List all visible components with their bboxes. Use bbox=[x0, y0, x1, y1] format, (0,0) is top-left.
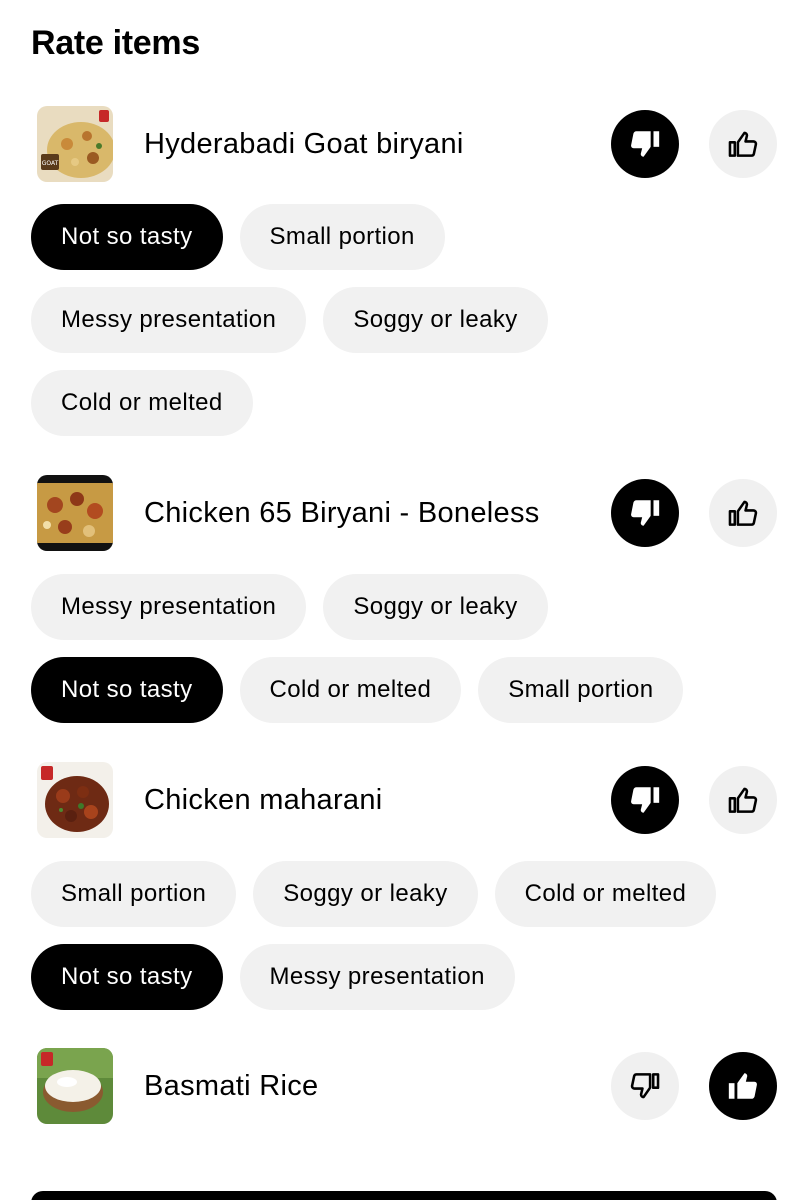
thumbs-up-button[interactable] bbox=[709, 766, 777, 834]
page-title: Rate items bbox=[31, 24, 200, 62]
chip-messy-presentation[interactable]: Messy presentation bbox=[239, 944, 515, 1010]
chip-messy-presentation[interactable]: Messy presentation bbox=[31, 574, 307, 640]
item-name: Chicken maharani bbox=[144, 784, 383, 816]
svg-text:GOAT: GOAT bbox=[42, 160, 59, 167]
thumbs-up-icon bbox=[728, 787, 758, 813]
feedback-chips-row: Not so tasty Cold or melted Small portio… bbox=[31, 657, 684, 723]
chip-cold-or-melted[interactable]: Cold or melted bbox=[494, 861, 717, 927]
chip-not-so-tasty[interactable]: Not so tasty bbox=[31, 204, 223, 270]
chip-small-portion[interactable]: Small portion bbox=[31, 861, 237, 927]
item-thumbnail bbox=[37, 1048, 113, 1124]
chip-soggy-or-leaky[interactable]: Soggy or leaky bbox=[253, 861, 478, 927]
item-thumbnail bbox=[37, 475, 113, 551]
thumbs-down-icon bbox=[630, 1073, 660, 1099]
thumbs-up-icon bbox=[728, 131, 758, 157]
chip-soggy-or-leaky[interactable]: Soggy or leaky bbox=[323, 574, 548, 640]
thumbs-down-button[interactable] bbox=[611, 766, 679, 834]
thumbs-down-icon bbox=[631, 131, 660, 157]
chip-cold-or-melted[interactable]: Cold or melted bbox=[239, 657, 462, 723]
chip-not-so-tasty[interactable]: Not so tasty bbox=[31, 944, 223, 1010]
item-name: Basmati Rice bbox=[144, 1070, 319, 1102]
item-thumbnail bbox=[37, 762, 113, 838]
thumbs-down-icon bbox=[631, 500, 660, 526]
chip-small-portion[interactable]: Small portion bbox=[239, 204, 445, 270]
rate-items-page: Rate items GOAT Hyderabadi Goat biryani bbox=[0, 0, 807, 1200]
item-row-goat-biryani: GOAT Hyderabadi Goat biryani bbox=[0, 104, 807, 184]
thumbs-up-button[interactable] bbox=[709, 110, 777, 178]
item-row-chicken-maharani: Chicken maharani bbox=[0, 760, 807, 840]
chip-not-so-tasty[interactable]: Not so tasty bbox=[31, 657, 223, 723]
feedback-chips-row: Messy presentation Soggy or leaky bbox=[31, 574, 548, 640]
item-row-basmati-rice: Basmati Rice bbox=[0, 1046, 807, 1126]
thumbs-down-button[interactable] bbox=[611, 1052, 679, 1120]
item-thumbnail: GOAT bbox=[37, 106, 113, 182]
chip-soggy-or-leaky[interactable]: Soggy or leaky bbox=[323, 287, 548, 353]
feedback-chips-row: Messy presentation Soggy or leaky bbox=[31, 287, 548, 353]
thumbs-down-icon bbox=[631, 787, 660, 813]
thumbs-down-button[interactable] bbox=[611, 110, 679, 178]
feedback-chips-row: Cold or melted bbox=[31, 370, 253, 436]
thumbs-up-icon bbox=[728, 1073, 757, 1099]
feedback-chips-row: Not so tasty Messy presentation bbox=[31, 944, 515, 1010]
submit-button[interactable] bbox=[31, 1191, 777, 1200]
thumbs-down-button[interactable] bbox=[611, 479, 679, 547]
item-name: Hyderabadi Goat biryani bbox=[144, 128, 464, 160]
chip-cold-or-melted[interactable]: Cold or melted bbox=[31, 370, 253, 436]
item-row-chicken-65-biryani: Chicken 65 Biryani - Boneless bbox=[0, 473, 807, 553]
chip-small-portion[interactable]: Small portion bbox=[478, 657, 684, 723]
chip-messy-presentation[interactable]: Messy presentation bbox=[31, 287, 307, 353]
thumbs-up-button[interactable] bbox=[709, 1052, 777, 1120]
thumbs-up-icon bbox=[728, 500, 758, 526]
item-name: Chicken 65 Biryani - Boneless bbox=[144, 497, 540, 529]
feedback-chips-row: Not so tasty Small portion bbox=[31, 204, 445, 270]
thumbs-up-button[interactable] bbox=[709, 479, 777, 547]
feedback-chips-row: Small portion Soggy or leaky Cold or mel… bbox=[31, 861, 717, 927]
